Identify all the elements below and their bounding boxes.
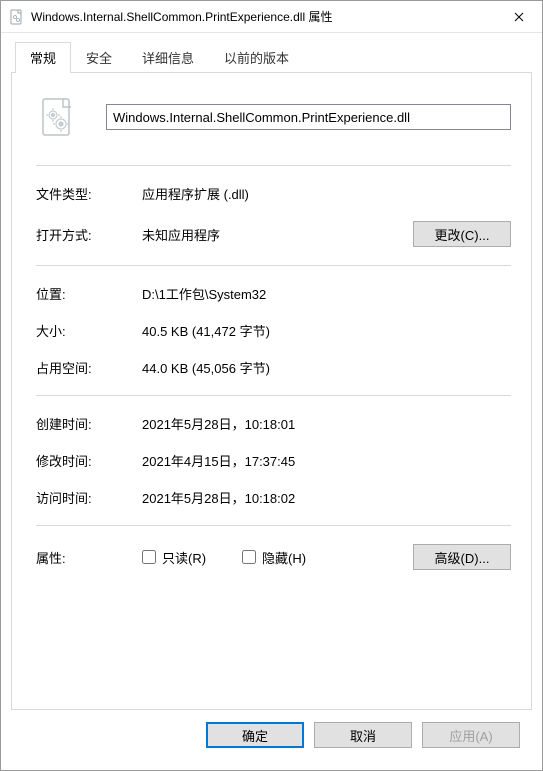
tab-previous-versions[interactable]: 以前的版本 <box>209 42 304 73</box>
advanced-button[interactable]: 高级(D)... <box>413 544 511 570</box>
separator <box>36 265 511 266</box>
tab-security[interactable]: 安全 <box>71 42 127 73</box>
row-created: 创建时间: 2021年5月28日，10:18:01 <box>36 414 511 433</box>
row-size: 大小: 40.5 KB (41,472 字节) <box>36 321 511 340</box>
row-modified: 修改时间: 2021年4月15日，17:37:45 <box>36 451 511 470</box>
filename-input[interactable] <box>106 104 511 130</box>
readonly-checkbox-label[interactable]: 只读(R) <box>142 548 206 567</box>
value-size: 40.5 KB (41,472 字节) <box>142 321 511 340</box>
dll-file-icon <box>36 95 80 139</box>
file-header <box>36 95 511 139</box>
row-accessed: 访问时间: 2021年5月28日，10:18:02 <box>36 488 511 507</box>
label-sizeondisk: 占用空间: <box>36 358 142 377</box>
row-filetype: 文件类型: 应用程序扩展 (.dll) <box>36 184 511 203</box>
separator <box>36 395 511 396</box>
tab-details[interactable]: 详细信息 <box>127 42 209 73</box>
row-openwith: 打开方式: 未知应用程序 更改(C)... <box>36 221 511 247</box>
close-button[interactable] <box>496 1 542 33</box>
separator <box>36 165 511 166</box>
change-button[interactable]: 更改(C)... <box>413 221 511 247</box>
row-sizeondisk: 占用空间: 44.0 KB (45,056 字节) <box>36 358 511 377</box>
value-accessed: 2021年5月28日，10:18:02 <box>142 488 511 507</box>
general-panel: 文件类型: 应用程序扩展 (.dll) 打开方式: 未知应用程序 更改(C)..… <box>11 72 532 710</box>
hidden-checkbox[interactable] <box>242 550 256 564</box>
label-attributes: 属性: <box>36 548 142 567</box>
ok-button[interactable]: 确定 <box>206 722 304 748</box>
window-title: Windows.Internal.ShellCommon.PrintExperi… <box>31 8 496 25</box>
value-sizeondisk: 44.0 KB (45,056 字节) <box>142 358 511 377</box>
dialog-footer: 确定 取消 应用(A) <box>11 710 532 760</box>
client-area: 常规 安全 详细信息 以前的版本 <box>1 33 542 770</box>
value-location: D:\1工作包\System32 <box>142 284 511 303</box>
label-created: 创建时间: <box>36 414 142 433</box>
separator <box>36 525 511 526</box>
value-created: 2021年5月28日，10:18:01 <box>142 414 511 433</box>
value-openwith: 未知应用程序 <box>142 225 413 244</box>
tabstrip: 常规 安全 详细信息 以前的版本 <box>15 41 532 72</box>
row-location: 位置: D:\1工作包\System32 <box>36 284 511 303</box>
label-openwith: 打开方式: <box>36 225 142 244</box>
label-size: 大小: <box>36 321 142 340</box>
tab-general[interactable]: 常规 <box>15 42 71 73</box>
apply-button[interactable]: 应用(A) <box>422 722 520 748</box>
hidden-text: 隐藏(H) <box>262 548 306 567</box>
file-properties-icon <box>9 9 25 25</box>
cancel-button[interactable]: 取消 <box>314 722 412 748</box>
value-modified: 2021年4月15日，17:37:45 <box>142 451 511 470</box>
readonly-checkbox[interactable] <box>142 550 156 564</box>
hidden-checkbox-label[interactable]: 隐藏(H) <box>242 548 306 567</box>
readonly-text: 只读(R) <box>162 548 206 567</box>
label-modified: 修改时间: <box>36 451 142 470</box>
close-icon <box>514 12 524 22</box>
value-filetype: 应用程序扩展 (.dll) <box>142 184 511 203</box>
label-location: 位置: <box>36 284 142 303</box>
titlebar: Windows.Internal.ShellCommon.PrintExperi… <box>1 1 542 33</box>
row-attributes: 属性: 只读(R) 隐藏(H) 高级(D)... <box>36 544 511 570</box>
label-accessed: 访问时间: <box>36 488 142 507</box>
label-filetype: 文件类型: <box>36 184 142 203</box>
properties-window: Windows.Internal.ShellCommon.PrintExperi… <box>0 0 543 771</box>
